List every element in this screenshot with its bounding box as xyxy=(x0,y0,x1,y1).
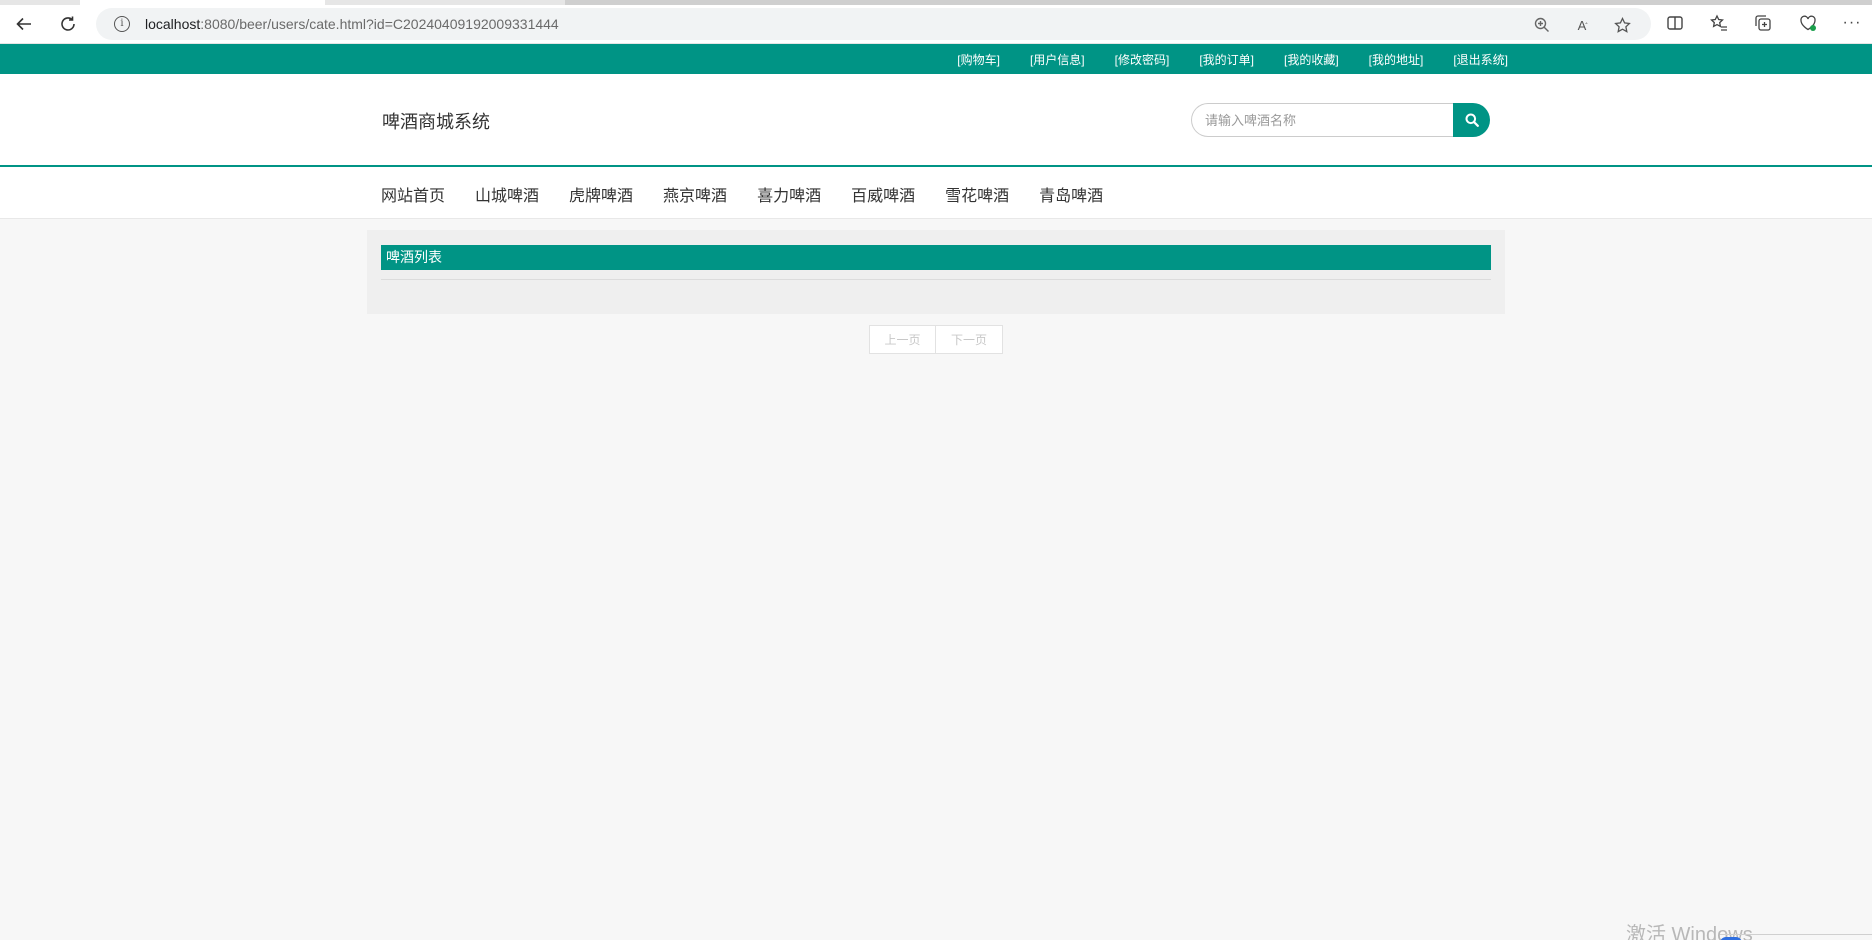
split-screen-icon[interactable] xyxy=(1664,12,1686,34)
browser-tab-inactive[interactable] xyxy=(565,0,1872,5)
url-text[interactable]: localhost:8080/beer/users/cate.html?id=C… xyxy=(145,16,559,32)
nav-item-tsingtao[interactable]: 青岛啤酒 xyxy=(1039,182,1103,206)
more-icon[interactable]: ··· xyxy=(1841,12,1863,34)
category-nav: 网站首页 山城啤酒 虎牌啤酒 燕京啤酒 喜力啤酒 百威啤酒 雪花啤酒 青岛啤酒 xyxy=(0,167,1872,219)
topbar-link-cart[interactable]: [购物车] xyxy=(957,51,1000,68)
prev-page-button[interactable]: 上一页 xyxy=(869,325,936,354)
browser-toolbar: i localhost:8080/beer/users/cate.html?id… xyxy=(0,0,1872,44)
panel-title: 啤酒列表 xyxy=(381,245,1491,270)
favorite-star-icon[interactable] xyxy=(1612,15,1632,35)
browser-tab-active[interactable] xyxy=(80,0,325,5)
nav-item-snow[interactable]: 雪花啤酒 xyxy=(945,182,1009,206)
user-topbar: [购物车] [用户信息] [修改密码] [我的订单] [我的收藏] [我的地址]… xyxy=(0,44,1872,74)
site-title: 啤酒商城系统 xyxy=(382,112,490,132)
reload-icon[interactable] xyxy=(55,11,81,37)
collections-icon[interactable] xyxy=(1752,12,1774,34)
read-aloud-icon[interactable]: Aꜙ xyxy=(1572,15,1592,35)
search-button[interactable] xyxy=(1453,103,1490,137)
topbar-link-change-password[interactable]: [修改密码] xyxy=(1115,51,1170,68)
search-icon xyxy=(1465,113,1479,127)
url-path: :8080/beer/users/cate.html?id=C202404091… xyxy=(200,16,559,32)
nav-item-tiger[interactable]: 虎牌啤酒 xyxy=(569,182,633,206)
nav-item-budweiser[interactable]: 百威啤酒 xyxy=(851,182,915,206)
topbar-link-my-favorites[interactable]: [我的收藏] xyxy=(1284,51,1339,68)
tab-strip xyxy=(0,0,1872,5)
address-bar[interactable]: i localhost:8080/beer/users/cate.html?id… xyxy=(96,8,1651,40)
back-icon[interactable] xyxy=(11,11,37,37)
search-input[interactable] xyxy=(1191,103,1453,137)
topbar-link-logout[interactable]: [退出系统] xyxy=(1453,51,1508,68)
site-info-icon[interactable]: i xyxy=(114,16,130,32)
topbar-link-user-info[interactable]: [用户信息] xyxy=(1030,51,1085,68)
taskbar-sliver xyxy=(1720,934,1872,940)
nav-item-heineken[interactable]: 喜力啤酒 xyxy=(757,182,821,206)
site-header: 啤酒商城系统 xyxy=(0,74,1872,167)
panel-divider xyxy=(381,279,1491,280)
topbar-link-my-orders[interactable]: [我的订单] xyxy=(1199,51,1254,68)
zoom-icon[interactable] xyxy=(1532,15,1552,35)
beer-list-panel: 啤酒列表 xyxy=(367,230,1505,314)
topbar-link-my-address[interactable]: [我的地址] xyxy=(1369,51,1424,68)
pagination: 上一页 下一页 xyxy=(869,325,1003,354)
favorites-icon[interactable] xyxy=(1708,12,1730,34)
browser-essentials-icon[interactable] xyxy=(1797,12,1819,34)
next-page-button[interactable]: 下一页 xyxy=(936,325,1003,354)
nav-item-shancheng[interactable]: 山城啤酒 xyxy=(475,182,539,206)
nav-item-yanjing[interactable]: 燕京啤酒 xyxy=(663,182,727,206)
search-box xyxy=(1191,103,1490,137)
nav-item-home[interactable]: 网站首页 xyxy=(381,182,445,206)
url-host: localhost xyxy=(145,16,201,32)
